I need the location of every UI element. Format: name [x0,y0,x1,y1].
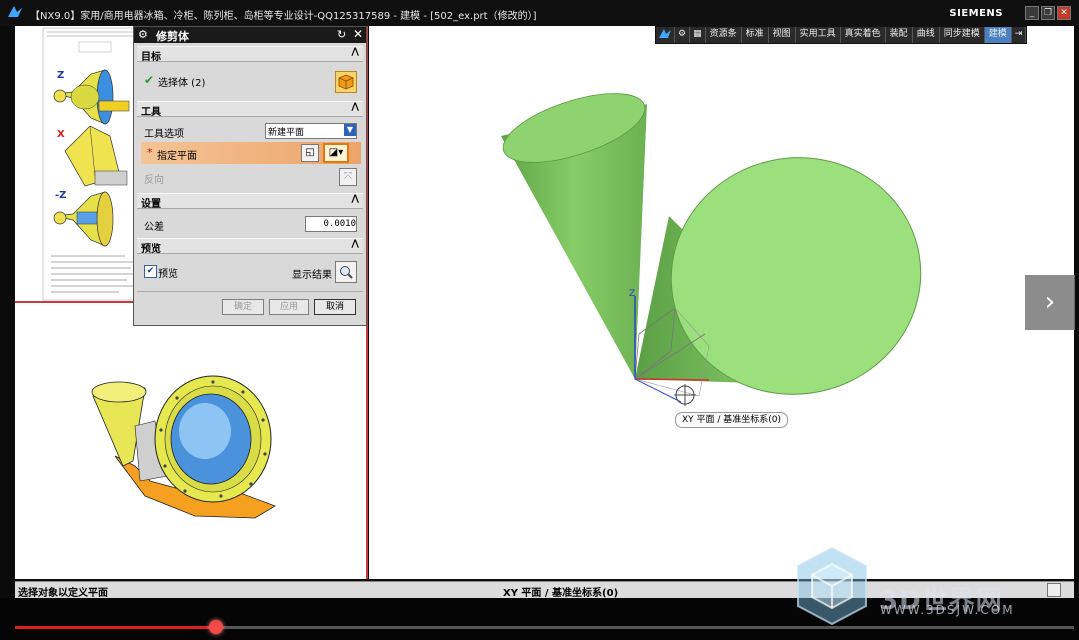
graphics-window[interactable]: Z [369,26,1074,579]
toolbar-standard[interactable]: 标准 [742,27,769,43]
close-icon[interactable]: ✕ [1057,6,1071,20]
section-tool-label: 工具 [141,107,161,118]
tool-option-label: 工具选项 [144,129,184,140]
axis-label-z: Z [629,289,635,299]
specify-plane-label: 指定平面 [157,151,197,162]
dialog-reset-icon[interactable]: ↻ [337,28,346,41]
nx-logo-icon [8,6,22,18]
minimize-icon[interactable]: _ [1025,6,1039,20]
plane-dialog-icon[interactable]: ◱ [301,144,319,162]
tolerance-row: 公差 0.0010 [138,216,362,233]
cube-icon [338,74,354,90]
collapse-icon[interactable]: ⋀ [351,102,359,112]
select-body-label: 选择体 (2) [158,78,206,89]
reverse-row: 反向 ⤧ [138,168,362,186]
section-target[interactable]: 目标 ⋀ [137,46,363,63]
model-view[interactable]: Z [369,26,1074,579]
trim-body-dialog: ⚙ 修剪体 ↻ ✕ 目标 ⋀ ✔ 选择体 (2) 工具 ⋀ 工具选项 新建平面 … [133,26,367,326]
section-tool[interactable]: 工具 ⋀ [137,101,363,118]
collapse-icon[interactable]: ⋀ [351,194,359,204]
preview-row: ✔ 预览 显示结果 [138,260,362,284]
dialog-close-icon[interactable]: ✕ [353,27,363,41]
tolerance-input[interactable]: 0.0010 [305,216,357,232]
cancel-button[interactable]: 取消 [314,299,356,315]
tool-option-row: 工具选项 新建平面 ▼ [138,123,362,140]
window-title: 【NX9.0】家用/商用电器冰箱、冷柜、陈列柜、岛柜等专业设计-QQ125317… [30,11,537,22]
dialog-titlebar: ⚙ 修剪体 ↻ ✕ [134,27,366,43]
tool-option-select[interactable]: 新建平面 ▼ [265,123,357,139]
tolerance-label: 公差 [144,222,164,233]
title-bar: 【NX9.0】家用/商用电器冰箱、冷柜、陈列柜、岛柜等专业设计-QQ125317… [0,0,1079,26]
toolbar-curve[interactable]: 曲线 [913,27,940,43]
chevron-down-icon[interactable]: ▼ [344,124,356,136]
video-progress-fill [15,626,217,629]
brand-logo: SIEMENS [949,8,1003,19]
watermark-logo [797,546,867,626]
magnifier-icon [340,266,353,279]
dialog-gear-icon[interactable]: ⚙ [138,28,148,41]
apply-button[interactable]: 应用 [269,299,309,315]
status-prompt: 选择对象以定义平面 [18,588,108,599]
status-selection: XY 平面 / 基准坐标系(0) [503,588,619,599]
check-icon: ✔ [144,73,155,87]
show-result-label: 显示结果 [292,270,332,281]
gear-icon[interactable]: ⚙ [675,27,691,43]
preview-label: 预览 [158,269,178,280]
toolbar-overflow-icon[interactable]: ⇥ [1012,27,1027,43]
specify-plane-row[interactable]: * 指定平面 ◱ ◪▾ [141,142,361,164]
watermark-url: WWW.3DSJW.COM [880,603,1015,617]
next-slide-button[interactable]: › [1025,275,1075,330]
toolbar-assembly[interactable]: 装配 [886,27,913,43]
button-divider [137,291,363,292]
view-label-z: Z [57,70,64,81]
toolbar-resource-bar[interactable]: 资源条 [706,27,742,43]
section-target-label: 目标 [141,52,161,63]
preview-checkbox[interactable]: ✔ [144,265,157,278]
tool-option-value: 新建平面 [268,128,305,138]
section-preview-label: 预览 [141,244,161,255]
grid-icon[interactable]: ▦ [690,27,706,43]
required-icon: * [147,146,153,159]
section-settings-label: 设置 [141,199,161,210]
reverse-direction-icon[interactable]: ⤧ [339,168,357,186]
collapse-icon[interactable]: ⋀ [351,47,359,57]
select-body-button[interactable] [335,71,357,93]
restore-icon[interactable]: ❐ [1041,6,1055,20]
toolbar-true-shading[interactable]: 真实着色 [841,27,886,43]
ok-button[interactable]: 确定 [222,299,264,315]
part-preview [91,375,276,519]
selection-tooltip: XY 平面 / 基准坐标系(0) [675,412,789,428]
show-result-button[interactable] [335,261,357,283]
section-preview[interactable]: 预览 ⋀ [137,238,363,255]
main-toolbar: ⚙ ▦ 资源条 标准 视图 实用工具 真实着色 装配 曲线 同步建模 建模 ⇥ [655,26,1028,44]
toolbar-sync-modeling[interactable]: 同步建模 [940,27,985,43]
view-label-x: X [57,129,65,140]
collapse-icon[interactable]: ⋀ [351,239,359,249]
view-label-neg-z: -Z [55,190,66,201]
select-body-row[interactable]: ✔ 选择体 (2) [138,69,362,93]
status-icon[interactable] [1047,583,1061,597]
toolbar-modeling[interactable]: 建模 [984,27,1012,43]
reverse-label: 反向 [144,175,164,186]
toolbar-view[interactable]: 视图 [769,27,796,43]
toolbar-utilities[interactable]: 实用工具 [796,27,841,43]
section-settings[interactable]: 设置 ⋀ [137,193,363,210]
inferred-plane-icon[interactable]: ◪▾ [323,143,349,163]
dialog-title: 修剪体 [156,30,189,43]
nx-menu-icon[interactable] [656,27,675,43]
